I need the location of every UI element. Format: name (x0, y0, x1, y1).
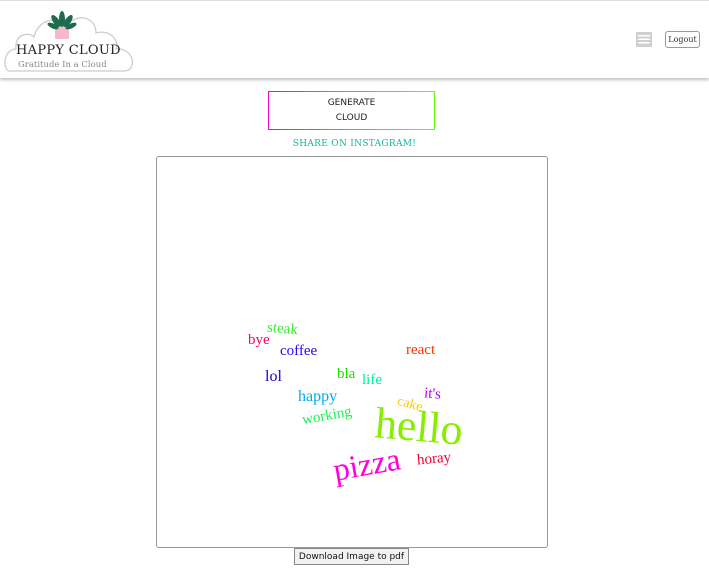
generate-label-line2: CLOUD (335, 112, 368, 123)
logo-title: HAPPY CLOUD (16, 43, 121, 58)
word-bla: bla (337, 366, 356, 382)
word-react: react (406, 342, 436, 358)
generate-label-line1: GENERATE (327, 97, 376, 108)
word-happy: happy (298, 388, 338, 405)
word-bye: bye (248, 332, 270, 348)
word-its: it's (423, 385, 442, 403)
share-instagram-link[interactable]: SHARE ON INSTAGRAM! (0, 139, 709, 149)
hamburger-menu-icon[interactable] (636, 32, 652, 47)
logout-button[interactable]: Logout (665, 31, 700, 48)
word-coffee: coffee (280, 343, 318, 359)
word-horay: horay (416, 449, 452, 469)
word-life: life (362, 372, 382, 388)
download-pdf-button[interactable]: Download Image to pdf (294, 548, 409, 565)
logo-tagline: Gratitude In a Cloud (18, 60, 107, 70)
word-working: working (300, 403, 353, 429)
word-steak: steak (266, 319, 299, 339)
word-cloud-canvas: steak bye coffee react lol bla life happ… (156, 156, 548, 548)
app-header: HAPPY CLOUD Gratitude In a Cloud Logout (0, 0, 709, 78)
word-pizza: pizza (330, 440, 404, 488)
word-lol: lol (265, 368, 282, 385)
generate-cloud-button[interactable]: GENERATE CLOUD (268, 91, 435, 130)
happy-cloud-logo[interactable]: HAPPY CLOUD Gratitude In a Cloud (4, 5, 136, 75)
